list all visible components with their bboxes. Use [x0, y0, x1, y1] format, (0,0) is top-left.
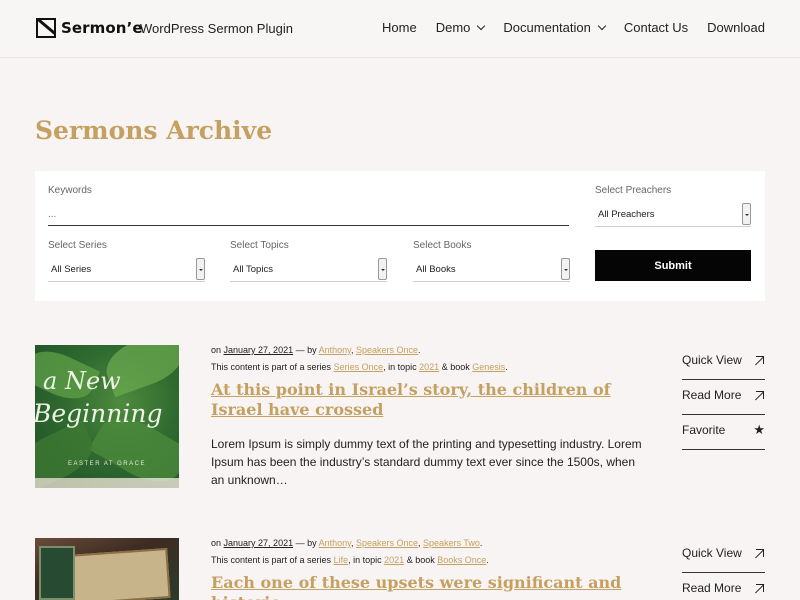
- nav-demo[interactable]: Demo: [435, 20, 486, 35]
- author-link[interactable]: Speakers Two: [423, 538, 480, 548]
- arrow-up-right-icon: [754, 391, 764, 401]
- arrow-up-right-icon: [754, 549, 764, 559]
- site-header: Sermon’e WordPress Sermon Plugin Home De…: [0, 0, 800, 58]
- chevron-down-icon: [477, 21, 486, 30]
- author-link[interactable]: Anthony: [319, 538, 351, 548]
- read-more-button[interactable]: Read More: [682, 380, 765, 415]
- quick-view-button[interactable]: Quick View: [682, 538, 765, 573]
- chevron-down-icon: [597, 21, 607, 30]
- main-nav: Home Demo Documentation Contact Us Downl…: [363, 20, 765, 35]
- favorite-button[interactable]: Favorite ★: [682, 415, 765, 450]
- select-arrow-icon: [378, 258, 387, 280]
- favorite-label: Favorite: [682, 423, 726, 437]
- books-select[interactable]: All Books: [413, 256, 570, 282]
- nav-download[interactable]: Download: [707, 20, 765, 35]
- sermon-title-link[interactable]: At this point in Israel’s story, the chi…: [211, 380, 661, 420]
- books-select-value: All Books: [416, 264, 456, 275]
- meta-topic-prefix: , in topic: [348, 555, 382, 565]
- nav-contact-label: Contact Us: [623, 20, 689, 35]
- read-more-button[interactable]: Read More: [682, 573, 765, 600]
- book-link[interactable]: Genesis: [472, 362, 505, 372]
- arrow-up-right-icon: [754, 356, 764, 366]
- nav-contact[interactable]: Contact Us: [624, 20, 688, 35]
- read-more-label: Read More: [682, 581, 742, 595]
- nav-demo-label: Demo: [435, 20, 471, 35]
- sermon-thumbnail[interactable]: [35, 538, 179, 600]
- sermon-meta-line-1: on January 27, 2021 — by Anthony, Speake…: [211, 345, 421, 355]
- preachers-label: Select Preachers: [595, 185, 672, 196]
- topics-select-value: All Topics: [233, 264, 273, 275]
- select-arrow-icon: [196, 258, 205, 280]
- sermon-thumbnail[interactable]: a New Beginning EASTER AT GRACE: [35, 345, 179, 488]
- topics-select[interactable]: All Topics: [230, 256, 387, 282]
- author-link[interactable]: Anthony: [319, 345, 351, 355]
- sermon-meta-line-2: This content is part of a series Life, i…: [211, 555, 489, 565]
- author-link[interactable]: Speakers Once: [356, 345, 418, 355]
- read-more-label: Read More: [682, 388, 742, 402]
- brand-name: Sermon’e: [61, 19, 143, 37]
- meta-book-prefix: & book: [441, 362, 470, 372]
- sermon-date-link[interactable]: January 27, 2021: [224, 538, 294, 548]
- site-tagline: WordPress Sermon Plugin: [140, 21, 293, 36]
- series-label: Select Series: [48, 240, 107, 251]
- page-title: Sermons Archive: [35, 116, 273, 145]
- series-select[interactable]: All Series: [48, 256, 205, 282]
- arrow-up-right-icon: [754, 584, 764, 594]
- star-icon: ★: [753, 422, 765, 437]
- thumb-script-line-1: a New: [43, 367, 121, 395]
- nav-documentation[interactable]: Documentation: [503, 20, 607, 35]
- sermon-excerpt: Lorem Ipsum is simply dummy text of the …: [211, 437, 642, 487]
- sermon-card: on January 27, 2021 — by Anthony, Speake…: [35, 538, 765, 600]
- sermon-actions: Quick View Read More Favorite ★: [682, 345, 765, 450]
- thumb-caption: EASTER AT GRACE: [68, 461, 146, 467]
- books-label: Select Books: [413, 240, 472, 251]
- meta-by: — by: [293, 538, 319, 548]
- sermon-filter-panel: Keywords Select Preachers All Preachers …: [35, 171, 765, 301]
- nav-home-label: Home: [382, 20, 417, 35]
- topic-link[interactable]: 2021: [384, 555, 404, 565]
- topics-label: Select Topics: [230, 240, 289, 251]
- sermon-meta-line-1: on January 27, 2021 — by Anthony, Speake…: [211, 538, 483, 548]
- topic-link[interactable]: 2021: [419, 362, 439, 372]
- nav-documentation-label: Documentation: [503, 20, 591, 35]
- nav-download-label: Download: [707, 20, 765, 35]
- preachers-select[interactable]: All Preachers: [595, 201, 751, 227]
- sermon-card: a New Beginning EASTER AT GRACE on Janua…: [35, 345, 765, 505]
- book-link[interactable]: Books Once: [437, 555, 486, 565]
- submit-button[interactable]: Submit: [595, 250, 751, 281]
- meta-series-prefix: This content is part of a series: [211, 362, 332, 372]
- sermon-meta-line-2: This content is part of a series Series …: [211, 362, 508, 372]
- preachers-select-value: All Preachers: [598, 209, 655, 220]
- select-arrow-icon: [561, 258, 570, 280]
- author-link[interactable]: Speakers Once: [356, 538, 418, 548]
- meta-series-prefix: This content is part of a series: [211, 555, 332, 565]
- thumb-card-shape: [39, 546, 75, 600]
- quick-view-label: Quick View: [682, 353, 742, 367]
- quick-view-button[interactable]: Quick View: [682, 345, 765, 380]
- meta-on: on: [211, 538, 222, 548]
- thumb-script-line-2: Beginning: [35, 399, 163, 428]
- series-select-value: All Series: [51, 264, 92, 275]
- logo-icon: [36, 18, 56, 38]
- meta-topic-prefix: , in topic: [383, 362, 417, 372]
- keywords-label: Keywords: [48, 185, 92, 196]
- select-arrow-icon: [742, 203, 751, 225]
- thumb-corner: [35, 478, 179, 488]
- series-link[interactable]: Life: [334, 555, 349, 565]
- meta-by: — by: [293, 345, 319, 355]
- meta-book-prefix: & book: [406, 555, 435, 565]
- nav-home[interactable]: Home: [382, 20, 417, 35]
- series-link[interactable]: Series Once: [334, 362, 384, 372]
- site-logo[interactable]: Sermon’e: [36, 18, 143, 38]
- sermon-title-link[interactable]: Each one of these upsets were significan…: [211, 573, 661, 600]
- sermon-actions: Quick View Read More: [682, 538, 765, 600]
- quick-view-label: Quick View: [682, 546, 742, 560]
- keywords-input[interactable]: [48, 203, 569, 226]
- meta-on: on: [211, 345, 222, 355]
- sermon-date-link[interactable]: January 27, 2021: [224, 345, 294, 355]
